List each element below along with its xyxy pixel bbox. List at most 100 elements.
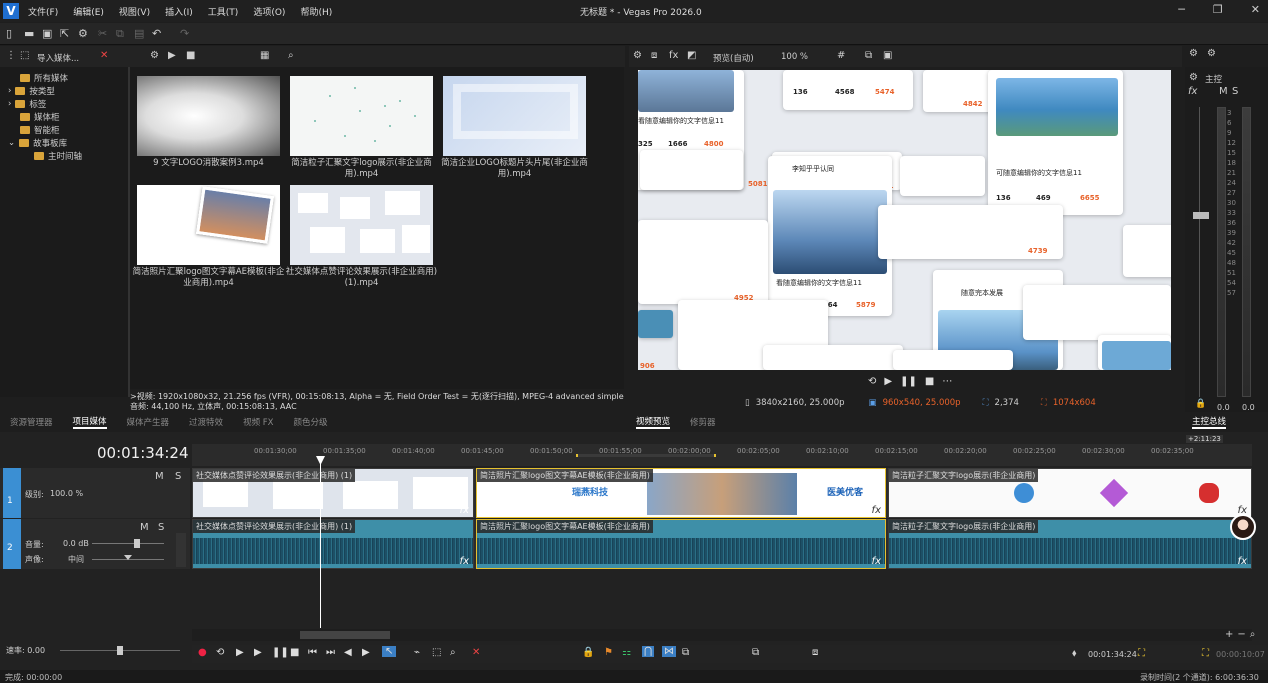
video-track-color[interactable] xyxy=(3,468,21,518)
play-icon[interactable]: ▶ xyxy=(168,50,176,61)
import-media-button[interactable]: 导入媒体... xyxy=(37,52,79,64)
minimize-icon[interactable]: ─ xyxy=(1178,3,1185,16)
close-icon[interactable]: ✕ xyxy=(1251,3,1260,16)
next-frame-icon[interactable]: ▶ xyxy=(362,647,370,658)
clip-fx-button[interactable]: fx xyxy=(872,556,881,567)
zoom-tool-icon[interactable]: ⌕ xyxy=(450,647,456,658)
stop-icon[interactable]: ■ xyxy=(925,376,934,387)
audio-solo-button[interactable]: S xyxy=(158,522,164,533)
delete-icon[interactable]: ✕ xyxy=(472,647,480,658)
go-end-icon[interactable]: ⏭ xyxy=(326,647,335,658)
chevron-down-icon[interactable]: ⌄ xyxy=(8,138,15,148)
media-thumb-5[interactable] xyxy=(290,185,433,265)
tree-item-all-media[interactable]: 所有媒体 xyxy=(20,72,68,84)
view-icon[interactable]: ▦ xyxy=(260,50,269,61)
menu-tools[interactable]: 工具(T) xyxy=(208,5,239,18)
settings-icon[interactable]: ⚙ xyxy=(633,50,642,61)
pause-icon[interactable]: ❚❚ xyxy=(272,647,289,658)
split-screen-icon[interactable]: ◩ xyxy=(687,50,696,61)
copy-icon[interactable]: ⧉ xyxy=(116,27,124,41)
video-clip-selected[interactable]: 瑞燕科技 医美优客 简洁照片汇聚logo图文字幕AE模板(非企业商用) fx xyxy=(476,468,886,518)
save-icon[interactable]: ▣ xyxy=(42,27,52,40)
timeline-ruler[interactable]: 00:01:30;00 00:01:35;00 00:01:40;00 00:01:4… xyxy=(192,444,1252,466)
zoom-in-icon[interactable]: + xyxy=(1225,629,1233,640)
menu-insert[interactable]: 插入(I) xyxy=(165,5,193,18)
menu-view[interactable]: 视图(V) xyxy=(119,5,150,18)
import-icon[interactable]: ⬚ xyxy=(20,50,29,61)
audio-clip-selected[interactable]: 简洁照片汇聚logo图文字幕AE模板(非企业商用) fx xyxy=(476,519,886,569)
cut-icon[interactable]: ✂ xyxy=(98,27,107,40)
master-mute-button[interactable]: M xyxy=(1219,86,1228,97)
tab-video-fx[interactable]: 视频 FX xyxy=(243,416,273,428)
play-icon[interactable]: ▶ xyxy=(884,376,892,387)
media-thumb-4[interactable] xyxy=(137,185,280,265)
master-fx-button[interactable]: fx xyxy=(1188,86,1197,97)
timeline-scrollbar[interactable] xyxy=(192,629,1252,641)
remove-icon[interactable]: ✕ xyxy=(100,50,108,61)
rate-slider[interactable] xyxy=(117,646,123,655)
normal-edit-tool-icon[interactable]: ↖ xyxy=(382,646,397,657)
menu-options[interactable]: 选项(O) xyxy=(253,5,285,18)
tab-video-preview[interactable]: 视频预览 xyxy=(636,415,671,429)
pause-icon[interactable]: ❚❚ xyxy=(900,376,917,387)
external-icon[interactable]: ⚙ xyxy=(1207,48,1216,59)
tree-item-storyboard[interactable]: ⌄ 故事板库 xyxy=(8,137,67,149)
media-thumb-2[interactable] xyxy=(290,76,433,156)
selection-tool-icon[interactable]: ⬚ xyxy=(432,647,441,658)
video-mute-button[interactable]: M xyxy=(155,471,164,482)
scrollbar-thumb[interactable] xyxy=(300,631,390,639)
tab-media-generators[interactable]: 媒体产生器 xyxy=(127,416,170,428)
preview-zoom-select[interactable]: 100 % xyxy=(781,52,808,62)
tab-color-grading[interactable]: 颜色分级 xyxy=(293,416,327,428)
menu-help[interactable]: 帮助(H) xyxy=(300,5,332,18)
tab-master-bus[interactable]: 主控总线 xyxy=(1192,415,1227,429)
envelope-tool-icon[interactable]: ⌁ xyxy=(414,647,420,658)
fx-icon[interactable]: fx xyxy=(669,50,678,61)
play-from-start-icon[interactable]: ▶ xyxy=(236,647,244,658)
clip-fx-button[interactable]: fx xyxy=(460,556,469,567)
loop-icon[interactable]: ⟲ xyxy=(216,647,224,658)
settings-icon[interactable]: ⚙ xyxy=(1189,48,1198,59)
audio-clip[interactable]: 简洁粒子汇聚文字logo展示(非企业商用) fx xyxy=(888,519,1252,569)
snap-icon[interactable]: ⋂ xyxy=(642,646,655,657)
master-fader[interactable] xyxy=(1193,212,1209,219)
tab-project-media[interactable]: 项目媒体 xyxy=(72,415,107,429)
master-solo-button[interactable]: S xyxy=(1232,86,1238,97)
settings-icon[interactable]: ⚙ xyxy=(78,27,88,40)
audio-clip[interactable]: 社交媒体点赞评论效果展示(非企业商用) (1) fx xyxy=(192,519,474,569)
video-track[interactable]: 社交媒体点赞评论效果展示(非企业商用) (1) fx 瑞燕科技 医美优客 简洁照… xyxy=(192,468,1252,518)
lock-icon[interactable]: 🔒 xyxy=(582,647,594,658)
external-monitor-icon[interactable]: ⧈ xyxy=(651,50,657,61)
render-icon[interactable]: ⇱ xyxy=(60,27,69,40)
tab-transitions[interactable]: 过渡特效 xyxy=(189,416,223,428)
video-clip[interactable]: 社交媒体点赞评论效果展示(非企业商用) (1) fx xyxy=(192,468,474,518)
pan-slider[interactable] xyxy=(124,555,132,560)
menu-file[interactable]: 文件(F) xyxy=(28,5,58,18)
chevron-right-icon[interactable]: › xyxy=(8,99,11,109)
video-preview[interactable]: 看随意编辑你的文字信息11 325 1666 4800 136 4568 547… xyxy=(638,70,1171,370)
preview-quality-select[interactable]: 预览(自动) xyxy=(713,52,754,64)
video-solo-button[interactable]: S xyxy=(175,471,181,482)
maximize-icon[interactable]: ❐ xyxy=(1213,3,1223,16)
settings-icon[interactable]: ⚙ xyxy=(1189,72,1198,83)
marker-icon[interactable]: ⚑ xyxy=(604,647,613,658)
stop-icon[interactable]: ■ xyxy=(186,50,195,61)
redo-icon[interactable]: ↷ xyxy=(180,27,189,40)
new-file-icon[interactable]: ▯ xyxy=(6,27,12,40)
playhead[interactable] xyxy=(320,456,321,628)
tree-item-main-timeline[interactable]: 主时间轴 xyxy=(34,150,82,162)
group-icon[interactable]: ⧉ xyxy=(752,647,759,658)
tree-item-by-type[interactable]: › 按类型 xyxy=(8,85,55,97)
tree-item-smart-bins[interactable]: 智能柜 xyxy=(20,124,60,136)
play-icon[interactable]: ▶ xyxy=(254,647,262,658)
panel-menu-icon[interactable]: ⋮ xyxy=(6,50,16,61)
auto-crossfade-icon[interactable]: ⋈ xyxy=(662,646,676,657)
undo-icon[interactable]: ↶ xyxy=(152,27,161,40)
clip-fx-button[interactable]: fx xyxy=(460,505,469,516)
media-thumb-1[interactable] xyxy=(137,76,280,156)
menu-edit[interactable]: 编辑(E) xyxy=(73,5,104,18)
video-level-value[interactable]: 100.0 % xyxy=(50,489,83,498)
audio-mute-button[interactable]: M xyxy=(140,522,149,533)
audio-track[interactable]: 社交媒体点赞评论效果展示(非企业商用) (1) fx 简洁照片汇聚logo图文字… xyxy=(192,519,1252,569)
zoom-fit-icon[interactable]: ⌕ xyxy=(1250,629,1256,640)
